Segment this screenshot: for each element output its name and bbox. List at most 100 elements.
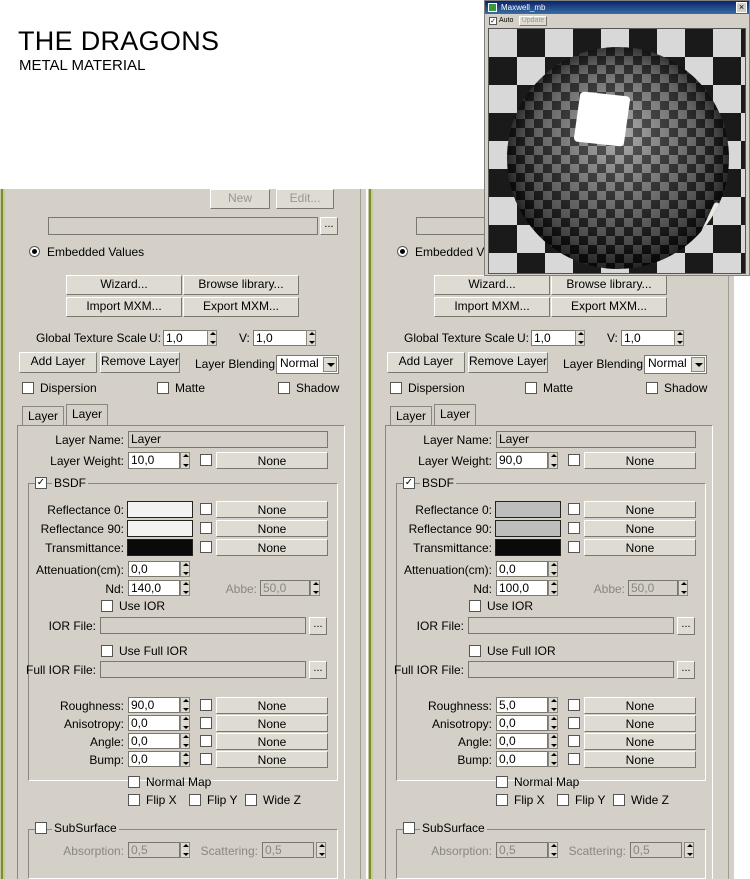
roughness-input[interactable]: 90,0 bbox=[128, 697, 180, 713]
layer-weight-input[interactable]: 10,0 bbox=[128, 452, 180, 469]
layer-name-input[interactable]: Layer bbox=[128, 431, 328, 448]
abbe-spinner[interactable] bbox=[310, 580, 320, 596]
transmittance-map-checkbox[interactable] bbox=[568, 541, 580, 553]
bump-spinner[interactable] bbox=[548, 751, 558, 767]
ior-file-field[interactable] bbox=[100, 617, 306, 634]
new-button[interactable]: New bbox=[210, 189, 270, 209]
abbe-input[interactable]: 50,0 bbox=[260, 580, 310, 596]
layer-weight-input[interactable]: 90,0 bbox=[496, 452, 548, 469]
layer-weight-map-checkbox[interactable] bbox=[568, 454, 580, 466]
preview-title-bar[interactable]: Maxwell_mb × bbox=[485, 1, 749, 14]
angle-map-button[interactable]: None bbox=[584, 733, 696, 750]
tab-layer-2[interactable]: Layer bbox=[66, 404, 108, 425]
wizard-button[interactable]: Wizard... bbox=[66, 275, 182, 295]
add-layer-button[interactable]: Add Layer bbox=[19, 352, 97, 373]
roughness-map-button[interactable]: None bbox=[584, 697, 696, 714]
roughness-spinner[interactable] bbox=[548, 697, 558, 713]
anisotropy-map-checkbox[interactable] bbox=[200, 717, 212, 729]
roughness-map-checkbox[interactable] bbox=[568, 699, 580, 711]
nd-input[interactable]: 140,0 bbox=[128, 580, 180, 596]
roughness-input[interactable]: 5,0 bbox=[496, 697, 548, 713]
browse-library-button[interactable]: Browse library... bbox=[551, 275, 667, 295]
transmittance-map-checkbox[interactable] bbox=[200, 541, 212, 553]
u-scale-spinner[interactable] bbox=[575, 330, 585, 346]
tab-layer-1[interactable]: Layer bbox=[22, 406, 64, 425]
bsdf-checkbox[interactable]: ✓ bbox=[35, 477, 47, 489]
angle-spinner[interactable] bbox=[548, 733, 558, 749]
reflectance90-map-button[interactable]: None bbox=[584, 520, 696, 537]
bump-map-checkbox[interactable] bbox=[568, 753, 580, 765]
layer-weight-spinner[interactable] bbox=[180, 452, 190, 469]
wide-z-checkbox[interactable] bbox=[613, 794, 625, 806]
dispersion-checkbox[interactable] bbox=[22, 382, 34, 394]
anisotropy-map-button[interactable]: None bbox=[584, 715, 696, 732]
bsdf-checkbox[interactable]: ✓ bbox=[403, 477, 415, 489]
scattering-spinner[interactable] bbox=[684, 842, 694, 858]
reflectance90-map-checkbox[interactable] bbox=[568, 522, 580, 534]
u-scale-input[interactable]: 1,0 bbox=[163, 330, 209, 346]
chevron-down-icon[interactable] bbox=[323, 357, 337, 372]
mxm-path-field[interactable] bbox=[48, 217, 318, 235]
subsurface-checkbox[interactable] bbox=[35, 822, 47, 834]
abbe-input[interactable]: 50,0 bbox=[628, 580, 678, 596]
use-ior-checkbox[interactable] bbox=[101, 600, 113, 612]
anisotropy-spinner[interactable] bbox=[548, 715, 558, 731]
attenuation-input[interactable]: 0,0 bbox=[128, 561, 180, 577]
import-mxm-button[interactable]: Import MXM... bbox=[66, 297, 182, 317]
scattering-spinner[interactable] bbox=[316, 842, 326, 858]
flip-y-checkbox[interactable] bbox=[189, 794, 201, 806]
add-layer-button[interactable]: Add Layer bbox=[387, 352, 465, 373]
browse-library-button[interactable]: Browse library... bbox=[183, 275, 299, 295]
full-ior-file-browse-button[interactable]: ... bbox=[309, 661, 327, 679]
reflectance90-swatch[interactable] bbox=[127, 520, 193, 537]
use-full-ior-checkbox[interactable] bbox=[101, 645, 113, 657]
layer-name-input[interactable]: Layer bbox=[496, 431, 696, 448]
transmittance-map-button[interactable]: None bbox=[216, 539, 328, 556]
matte-checkbox[interactable] bbox=[157, 382, 169, 394]
import-mxm-button[interactable]: Import MXM... bbox=[434, 297, 550, 317]
mxm-browse-button[interactable]: ... bbox=[320, 217, 338, 235]
reflectance90-swatch[interactable] bbox=[495, 520, 561, 537]
nd-input[interactable]: 100,0 bbox=[496, 580, 548, 596]
remove-layer-button[interactable]: Remove Layer bbox=[100, 352, 180, 373]
absorption-input[interactable]: 0,5 bbox=[128, 842, 180, 858]
embedded-values-radio[interactable] bbox=[29, 246, 40, 257]
transmittance-swatch[interactable] bbox=[127, 539, 193, 556]
attenuation-input[interactable]: 0,0 bbox=[496, 561, 548, 577]
v-scale-input[interactable]: 1,0 bbox=[621, 330, 676, 346]
v-scale-input[interactable]: 1,0 bbox=[253, 330, 308, 346]
full-ior-file-field[interactable] bbox=[468, 661, 674, 678]
bump-map-checkbox[interactable] bbox=[200, 753, 212, 765]
layer-weight-map-button[interactable]: None bbox=[216, 452, 328, 469]
normal-map-checkbox[interactable] bbox=[128, 776, 140, 788]
angle-map-checkbox[interactable] bbox=[200, 735, 212, 747]
roughness-spinner[interactable] bbox=[180, 697, 190, 713]
u-scale-spinner[interactable] bbox=[207, 330, 217, 346]
export-mxm-button[interactable]: Export MXM... bbox=[183, 297, 299, 317]
ior-file-browse-button[interactable]: ... bbox=[309, 617, 327, 635]
scattering-input[interactable]: 0,5 bbox=[630, 842, 682, 858]
reflectance0-map-button[interactable]: None bbox=[584, 501, 696, 518]
reflectance0-map-checkbox[interactable] bbox=[568, 503, 580, 515]
chevron-down-icon[interactable] bbox=[691, 357, 705, 372]
transmittance-swatch[interactable] bbox=[495, 539, 561, 556]
layer-weight-spinner[interactable] bbox=[548, 452, 558, 469]
close-icon[interactable]: × bbox=[736, 2, 747, 13]
full-ior-file-field[interactable] bbox=[100, 661, 306, 678]
nd-spinner[interactable] bbox=[180, 580, 190, 596]
shadow-checkbox[interactable] bbox=[278, 382, 290, 394]
bump-input[interactable]: 0,0 bbox=[128, 751, 180, 767]
edit-button[interactable]: Edit... bbox=[276, 189, 334, 209]
auto-checkbox[interactable]: ✓ bbox=[489, 17, 497, 25]
flip-x-checkbox[interactable] bbox=[128, 794, 140, 806]
anisotropy-input[interactable]: 0,0 bbox=[128, 715, 180, 731]
bump-map-button[interactable]: None bbox=[216, 751, 328, 768]
reflectance0-map-checkbox[interactable] bbox=[200, 503, 212, 515]
layer-weight-map-button[interactable]: None bbox=[584, 452, 696, 469]
wizard-button[interactable]: Wizard... bbox=[434, 275, 550, 295]
tab-layer-1[interactable]: Layer bbox=[390, 406, 432, 425]
v-scale-spinner[interactable] bbox=[674, 330, 684, 346]
angle-input[interactable]: 0,0 bbox=[496, 733, 548, 749]
use-full-ior-checkbox[interactable] bbox=[469, 645, 481, 657]
flip-y-checkbox[interactable] bbox=[557, 794, 569, 806]
